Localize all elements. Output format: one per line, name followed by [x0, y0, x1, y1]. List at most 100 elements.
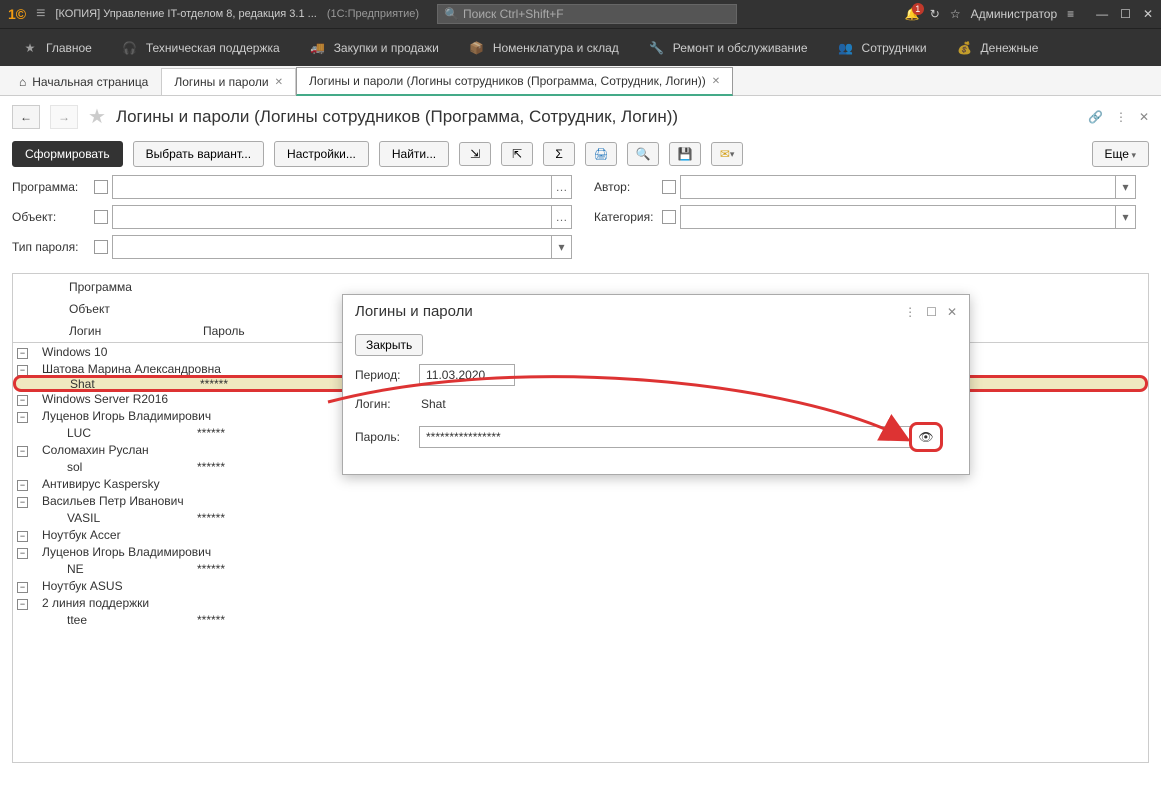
ellipsis-icon[interactable]: … — [551, 176, 571, 198]
popup-login-value: Shat — [419, 394, 949, 414]
close-icon[interactable]: ✕ — [947, 305, 957, 319]
logo-1c: 1© — [8, 6, 26, 22]
history-icon[interactable]: ↻ — [930, 7, 940, 21]
user-label[interactable]: Администратор — [971, 7, 1058, 21]
show-password-button[interactable]: 👁 — [909, 422, 943, 452]
settings-button[interactable]: Настройки... — [274, 141, 369, 167]
ellipsis-icon[interactable]: … — [551, 206, 571, 228]
menu-employees[interactable]: 👥Сотрудники — [826, 29, 939, 67]
print-button[interactable]: 🖨 — [585, 142, 617, 166]
tab-close-icon[interactable]: ✕ — [275, 77, 283, 88]
favorite-icon[interactable]: ☆ — [950, 7, 961, 21]
login-cell: sol — [63, 458, 193, 476]
login-cell: NE — [63, 560, 193, 578]
close-icon[interactable]: ✕ — [1143, 7, 1153, 21]
filter-passtype-check[interactable] — [94, 240, 108, 254]
kebab-icon[interactable]: ⋮ — [904, 305, 916, 319]
menu-repair[interactable]: 🔧Ремонт и обслуживание — [637, 29, 820, 67]
tree-row[interactable]: −Васильев Петр Иванович — [13, 492, 1148, 509]
menu-purchases[interactable]: 🚚Закупки и продажи — [298, 29, 451, 67]
login-cell: ttee — [63, 611, 193, 629]
close-page-icon[interactable]: ✕ — [1139, 110, 1149, 124]
users-icon: 👥 — [838, 40, 854, 56]
hamburger-icon[interactable]: ≡ — [36, 5, 45, 23]
tree-row[interactable]: −Луценов Игорь Владимирович — [13, 543, 1148, 560]
object-name: Соломахин Руслан — [38, 441, 153, 459]
expand-groups-button[interactable]: ⇲ — [459, 142, 491, 166]
tree-row[interactable]: −Ноутбук Accer — [13, 526, 1148, 543]
find-button[interactable]: Найти... — [379, 141, 449, 167]
toolbar: Сформировать Выбрать вариант... Настройк… — [0, 137, 1161, 171]
forward-button[interactable]: → — [50, 105, 78, 129]
notification-bell-icon[interactable]: 🔔1 — [905, 7, 920, 21]
titlebar: 1© ≡ [КОПИЯ] Управление IT-отделом 8, ре… — [0, 0, 1161, 28]
variant-button[interactable]: Выбрать вариант... — [133, 141, 264, 167]
sum-button[interactable]: Σ — [543, 142, 575, 166]
expand-icon: ⇲ — [470, 147, 480, 161]
kebab-icon[interactable]: ⋮ — [1115, 110, 1127, 124]
tab-logins-report[interactable]: Логины и пароли (Логины сотрудников (Про… — [296, 67, 733, 96]
filter-category-input[interactable]: ▾ — [680, 205, 1136, 229]
tree-toggle-icon[interactable]: − — [17, 348, 28, 359]
email-button[interactable]: ✉ — [711, 142, 743, 166]
program-name: Ноутбук ASUS — [38, 577, 127, 595]
popup-pass-value[interactable]: **************** — [419, 426, 913, 448]
filter-program-input[interactable]: … — [112, 175, 572, 199]
tree-toggle-icon[interactable]: − — [17, 365, 28, 376]
tree-toggle-icon[interactable]: − — [17, 446, 28, 457]
preview-button[interactable]: 🔍 — [627, 142, 659, 166]
back-button[interactable]: ← — [12, 105, 40, 129]
maximize-icon[interactable]: ☐ — [1120, 7, 1131, 21]
object-name: 2 линия поддержки — [38, 594, 153, 612]
filter-author-input[interactable]: ▾ — [680, 175, 1136, 199]
popup-close-button[interactable]: Закрыть — [355, 334, 423, 356]
tabbar: ⌂Начальная страница Логины и пароли✕ Лог… — [0, 66, 1161, 96]
collapse-groups-button[interactable]: ⇱ — [501, 142, 533, 166]
maximize-icon[interactable]: ☐ — [926, 305, 937, 319]
menu-support[interactable]: 🎧Техническая поддержка — [110, 29, 292, 67]
popup-period-value[interactable]: 11.03.2020 — [419, 364, 515, 386]
filter-object-input[interactable]: … — [112, 205, 572, 229]
menu-icon[interactable]: ≡ — [1067, 7, 1074, 21]
login-cell: LUC — [63, 424, 193, 442]
tree-row[interactable]: VASIL****** — [13, 509, 1148, 526]
tab-logins[interactable]: Логины и пароли✕ — [161, 68, 296, 95]
headset-icon: 🎧 — [122, 40, 138, 56]
menu-main[interactable]: ★Главное — [10, 29, 104, 67]
menubar: ★Главное 🎧Техническая поддержка 🚚Закупки… — [0, 28, 1161, 66]
tree-toggle-icon[interactable]: − — [17, 497, 28, 508]
money-icon: 💰 — [957, 40, 973, 56]
tab-close-icon[interactable]: ✕ — [712, 76, 720, 87]
tree-row[interactable]: −Антивирус Kaspersky — [13, 475, 1148, 492]
search-input[interactable]: 🔍 Поиск Ctrl+Shift+F — [437, 4, 737, 24]
tree-toggle-icon[interactable]: − — [17, 531, 28, 542]
tree-toggle-icon[interactable]: − — [17, 412, 28, 423]
dropdown-icon[interactable]: ▾ — [1115, 176, 1135, 198]
save-button[interactable]: 💾 — [669, 142, 701, 166]
filter-program-check[interactable] — [94, 180, 108, 194]
filter-passtype-input[interactable]: ▾ — [112, 235, 572, 259]
tree-row[interactable]: −Ноутбук ASUS — [13, 577, 1148, 594]
tree-toggle-icon[interactable]: − — [17, 582, 28, 593]
search-icon: 🔍 — [444, 7, 459, 21]
tree-row[interactable]: −2 линия поддержки — [13, 594, 1148, 611]
menu-stock[interactable]: 📦Номенклатура и склад — [457, 29, 631, 67]
tree-toggle-icon[interactable]: − — [17, 599, 28, 610]
tree-row[interactable]: ttee****** — [13, 611, 1148, 628]
more-button[interactable]: Еще — [1092, 141, 1149, 167]
link-icon[interactable]: 🔗 — [1088, 110, 1103, 124]
dropdown-icon[interactable]: ▾ — [1115, 206, 1135, 228]
filter-object-check[interactable] — [94, 210, 108, 224]
generate-button[interactable]: Сформировать — [12, 141, 123, 167]
tree-toggle-icon[interactable]: − — [17, 480, 28, 491]
tab-home[interactable]: ⌂Начальная страница — [6, 68, 161, 95]
favorite-star-icon[interactable]: ★ — [88, 104, 106, 129]
tree-row[interactable]: NE****** — [13, 560, 1148, 577]
dropdown-icon[interactable]: ▾ — [551, 236, 571, 258]
filter-author-check[interactable] — [662, 180, 676, 194]
tree-toggle-icon[interactable]: − — [17, 548, 28, 559]
menu-money[interactable]: 💰Денежные — [945, 29, 1051, 67]
filter-category-check[interactable] — [662, 210, 676, 224]
minimize-icon[interactable]: — — [1096, 7, 1108, 21]
tree-toggle-icon[interactable]: − — [17, 395, 28, 406]
